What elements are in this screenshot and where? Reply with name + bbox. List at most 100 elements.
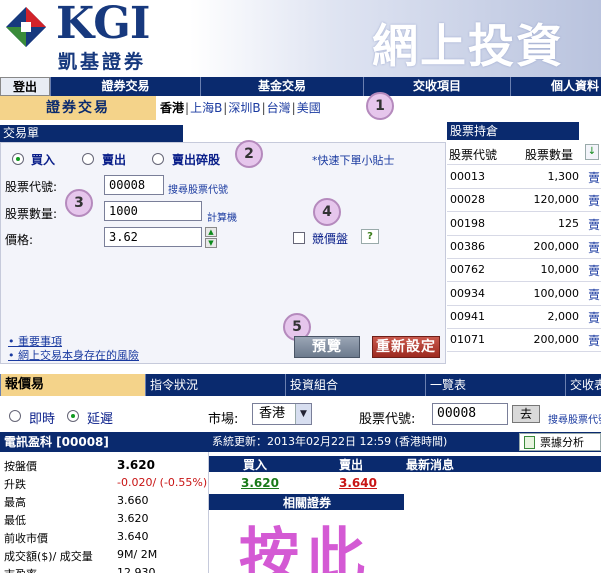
market-select[interactable]: 香港 ▼	[252, 403, 312, 425]
holding-sell-link[interactable]: 賣	[588, 216, 600, 233]
holding-qty: 200,000	[533, 333, 580, 346]
holding-code: 00028	[450, 193, 485, 206]
holding-sell-link[interactable]: 賣	[588, 169, 600, 186]
bid-ask-panel: 買入 賣出 3.620 3.640 相關證券 按此	[208, 452, 405, 573]
holding-code: 00386	[450, 240, 485, 253]
holdings-col-qty: 股票數量	[525, 148, 574, 162]
callout-2: 2	[235, 140, 263, 168]
holding-sell-link[interactable]: 賣	[588, 192, 600, 209]
click-here-text[interactable]: 按此	[239, 508, 371, 573]
radio-realtime-label: 即時	[29, 412, 56, 427]
market-links: 香港|上海B|深圳B|台灣|美國	[160, 101, 321, 115]
ask-label: 賣出	[339, 458, 364, 472]
tab-overview[interactable]: 一覽表	[425, 374, 565, 396]
market-link-shenzhen-b[interactable]: 深圳B	[228, 101, 260, 115]
holding-code: 00198	[450, 217, 485, 230]
radio-realtime[interactable]	[9, 410, 21, 422]
tab-quote[interactable]: 報價易	[0, 374, 145, 396]
radio-sell-odd-lot-label: 賣出碎股	[172, 153, 221, 167]
holdings-download-icon[interactable]: ↓	[585, 144, 599, 160]
auction-checkbox[interactable]	[293, 232, 305, 244]
stock-code-search-link[interactable]: 搜尋股票代號	[168, 181, 228, 196]
order-panel-title: 交易單	[0, 125, 183, 142]
bid-ask-header: 買入 賣出	[209, 456, 405, 472]
nav-securities-trading[interactable]: 證券交易	[50, 77, 200, 96]
system-update-text: 系統更新：2013年02月22日 12:59 (香港時間)	[212, 435, 448, 448]
radio-delayed-label: 延遲	[87, 412, 114, 427]
news-panel: 最新消息	[404, 452, 601, 573]
document-icon	[524, 436, 535, 449]
holding-code: 01071	[450, 333, 485, 346]
market-label: 市場:	[208, 412, 239, 427]
holding-code: 00941	[450, 310, 485, 323]
quantity-label: 股票數量:	[5, 207, 58, 221]
quote-details: 按盤價 3.620 升跌 -0.020/ (-0.55%) 最高 3.660 最低 3.620…	[0, 452, 208, 573]
radio-buy[interactable]	[12, 153, 24, 165]
holding-qty: 125	[558, 217, 579, 230]
market-link-hk[interactable]: 香港	[160, 101, 184, 115]
market-link-us[interactable]: 美國	[297, 101, 321, 115]
logo-text: KGI	[56, 0, 150, 49]
reset-button[interactable]: 重新設定	[372, 336, 440, 358]
quote-controls: 即時 延遲 市場: 香港 ▼ 股票代號: 00008 去 搜尋股票代號	[0, 396, 601, 432]
holding-code: 00934	[450, 287, 485, 300]
go-button[interactable]: 去	[512, 405, 540, 423]
chevron-down-icon: ▼	[295, 404, 311, 424]
tab-portfolio[interactable]: 投資組合	[285, 374, 425, 396]
online-risk-link[interactable]: • 網上交易本身存在的風險	[8, 347, 139, 363]
quote-row-value: 12.930	[117, 566, 156, 573]
ticket-analysis-button[interactable]: 票據分析	[519, 433, 601, 451]
quote-search-link[interactable]: 搜尋股票代號	[548, 411, 601, 426]
holding-sell-link[interactable]: 賣	[588, 332, 600, 349]
quote-row-value: 3.620	[117, 512, 149, 525]
news-header: 最新消息	[404, 456, 601, 472]
quote-code-input[interactable]: 00008	[432, 403, 508, 425]
radio-sell-label: 賣出	[102, 153, 127, 167]
nav-fund-trading[interactable]: 基金交易	[200, 77, 363, 96]
logout-button[interactable]: 登出	[0, 77, 50, 96]
header: KGI 凱基證券 網上投資	[0, 0, 601, 77]
stock-code-input[interactable]: 00008	[104, 175, 164, 195]
holding-sell-link[interactable]: 賣	[588, 286, 600, 303]
holding-sell-link[interactable]: 賣	[588, 262, 600, 279]
quote-row-label: 前收市價	[4, 532, 48, 545]
nav-personal-info[interactable]: 個人資料	[510, 77, 601, 96]
quote-row-label: 升跌	[4, 478, 26, 491]
bid-price[interactable]: 3.620	[241, 476, 279, 490]
holding-qty: 1,300	[547, 170, 580, 183]
holdings-col-code: 股票代號	[449, 148, 498, 162]
holding-code: 00762	[450, 263, 485, 276]
quantity-input[interactable]: 1000	[104, 201, 202, 221]
market-link-shanghai-b[interactable]: 上海B	[190, 101, 222, 115]
market-link-taiwan[interactable]: 台灣	[267, 101, 291, 115]
tab-order-status[interactable]: 指令狀況	[145, 374, 285, 396]
preview-button[interactable]: 預覽	[294, 336, 360, 358]
holding-sell-link[interactable]: 賣	[588, 239, 600, 256]
radio-delayed[interactable]	[67, 410, 79, 422]
auction-help-icon[interactable]: ?	[361, 229, 379, 244]
quote-header: 電訊盈科 [00008] 系統更新：2013年02月22日 12:59 (香港時…	[0, 432, 601, 452]
main-nav: 登出 證券交易 基金交易 交收項目 個人資料	[0, 77, 601, 96]
quote-row-value: -0.020/ (-0.55%)	[117, 476, 208, 489]
order-panel: 買入 賣出 賣出碎股 2 *快速下單小貼士 股票代號: 00008 搜尋股票代號…	[0, 140, 446, 364]
quote-row-label: 市盈率	[4, 566, 37, 573]
holdings-panel: 股票代號 股票數量 ↓ 00013 1,300 賣 00028 120,000 賣 0019…	[447, 140, 601, 365]
price-up-icon[interactable]: ▲	[205, 227, 217, 237]
radio-sell-odd-lot[interactable]	[152, 153, 164, 165]
tab-settlement[interactable]: 交收表	[565, 374, 601, 396]
callout-4: 4	[313, 198, 341, 226]
quote-row-value: 3.620	[117, 458, 155, 472]
price-down-icon[interactable]: ▼	[205, 238, 217, 248]
calculator-link[interactable]: 計算機	[207, 209, 237, 224]
price-input[interactable]: 3.62	[104, 227, 202, 247]
holding-qty: 120,000	[533, 193, 580, 206]
holdings-title: 股票持倉	[447, 122, 579, 140]
logo-subtitle: 凱基證券	[58, 51, 147, 73]
callout-1: 1	[366, 92, 394, 120]
quote-row-value: 3.640	[117, 530, 149, 543]
quick-order-tips-link[interactable]: *快速下單小貼士	[312, 152, 395, 168]
radio-sell[interactable]	[82, 153, 94, 165]
quote-row-label: 成交額($)/ 成交量	[4, 550, 93, 563]
ask-price[interactable]: 3.640	[339, 476, 377, 490]
holding-sell-link[interactable]: 賣	[588, 309, 600, 326]
